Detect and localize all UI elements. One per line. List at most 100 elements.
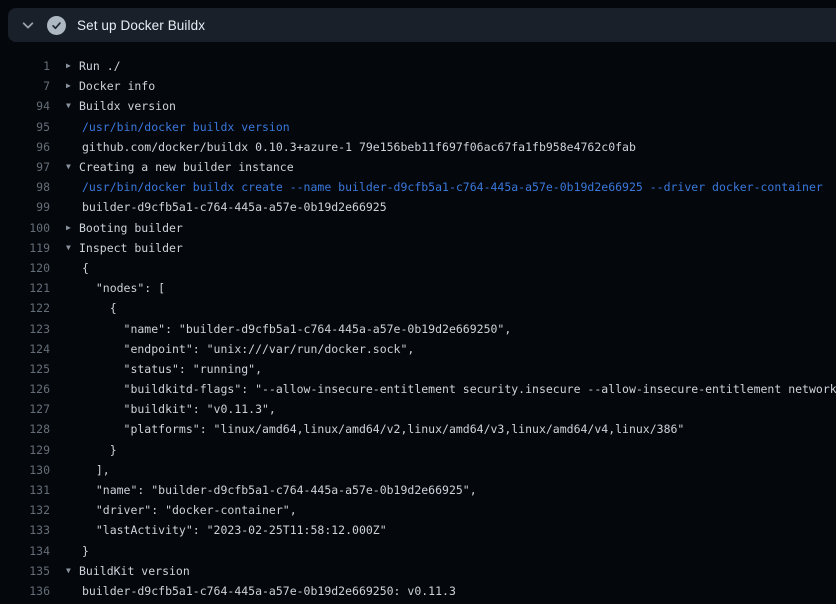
log-group-header[interactable]: ▶Booting builder: [66, 221, 183, 235]
output-text: "status": "running",: [82, 362, 262, 376]
group-title: Creating a new builder instance: [79, 160, 294, 174]
line-number[interactable]: 120: [0, 261, 50, 275]
group-expanded-icon[interactable]: ▼: [66, 244, 79, 252]
output-text: ],: [82, 463, 110, 477]
output-text: "driver": "docker-container",: [82, 503, 297, 517]
output-text: "platforms": "linux/amd64,linux/amd64/v2…: [82, 422, 684, 436]
log-line: 133 "lastActivity": "2023-02-25T11:58:12…: [0, 520, 836, 540]
output-text: builder-d9cfb5a1-c764-445a-a57e-0b19d2e6…: [82, 584, 456, 598]
log-line: 132 "driver": "docker-container",: [0, 500, 836, 520]
log-line: 100 ▶Booting builder: [0, 218, 836, 238]
output-text: {: [82, 261, 89, 275]
line-number[interactable]: 136: [0, 584, 50, 598]
step-header[interactable]: Set up Docker Buildx: [8, 8, 836, 42]
log-line: 95/usr/bin/docker buildx version: [0, 117, 836, 137]
log-line: 125 "status": "running",: [0, 359, 836, 379]
log-group-header[interactable]: ▼Buildx version: [66, 99, 176, 113]
line-number[interactable]: 126: [0, 382, 50, 396]
command-text: /usr/bin/docker buildx create --name bui…: [82, 180, 823, 194]
log-line: 7 ▶Docker info: [0, 76, 836, 96]
line-number[interactable]: 121: [0, 281, 50, 295]
output-text: "buildkitd-flags": "--allow-insecure-ent…: [82, 382, 836, 396]
line-number[interactable]: 96: [0, 140, 50, 154]
log-line: 129 }: [0, 440, 836, 460]
log-line: 128 "platforms": "linux/amd64,linux/amd6…: [0, 419, 836, 439]
log-line: 119 ▼Inspect builder: [0, 238, 836, 258]
line-number[interactable]: 7: [0, 79, 50, 93]
output-text: }: [82, 544, 89, 558]
log-line: 123 "name": "builder-d9cfb5a1-c764-445a-…: [0, 318, 836, 338]
line-number[interactable]: 133: [0, 523, 50, 537]
log-line: 131 "name": "builder-d9cfb5a1-c764-445a-…: [0, 480, 836, 500]
group-title: Buildx version: [79, 99, 176, 113]
line-number[interactable]: 100: [0, 221, 50, 235]
line-number[interactable]: 98: [0, 180, 50, 194]
output-text: "endpoint": "unix:///var/run/docker.sock…: [82, 342, 414, 356]
log-group-header[interactable]: ▼BuildKit version: [66, 564, 190, 578]
log-group-header[interactable]: ▼Inspect builder: [66, 241, 183, 255]
line-number[interactable]: 129: [0, 443, 50, 457]
line-number[interactable]: 130: [0, 463, 50, 477]
log-line: 127 "buildkit": "v0.11.3",: [0, 399, 836, 419]
line-number[interactable]: 125: [0, 362, 50, 376]
step-title: Set up Docker Buildx: [77, 18, 205, 33]
command-text: /usr/bin/docker buildx version: [82, 120, 290, 134]
line-number[interactable]: 97: [0, 160, 50, 174]
log-line: 122 {: [0, 298, 836, 318]
group-collapsed-icon[interactable]: ▶: [66, 82, 79, 90]
log-group-header[interactable]: ▶Docker info: [66, 79, 155, 93]
line-number[interactable]: 122: [0, 301, 50, 315]
log-line: 94 ▼Buildx version: [0, 96, 836, 116]
line-number[interactable]: 127: [0, 402, 50, 416]
log-line: 96 github.com/docker/buildx 0.10.3+azure-…: [0, 137, 836, 157]
group-expanded-icon[interactable]: ▼: [66, 102, 79, 110]
output-text: "lastActivity": "2023-02-25T11:58:12.000…: [82, 523, 387, 537]
output-text: "buildkit": "v0.11.3",: [82, 402, 276, 416]
group-collapsed-icon[interactable]: ▶: [66, 224, 79, 232]
group-collapsed-icon[interactable]: ▶: [66, 62, 79, 70]
output-text: "name": "builder-d9cfb5a1-c764-445a-a57e…: [82, 322, 511, 336]
log-line: 124 "endpoint": "unix:///var/run/docker.…: [0, 339, 836, 359]
log-group-header[interactable]: ▼Creating a new builder instance: [66, 160, 294, 174]
log-line: 130 ],: [0, 460, 836, 480]
log-line: 135 ▼BuildKit version: [0, 561, 836, 581]
log-line: 134}: [0, 541, 836, 561]
log-line: 126 "buildkitd-flags": "--allow-insecure…: [0, 379, 836, 399]
output-text: {: [82, 301, 117, 315]
group-expanded-icon[interactable]: ▼: [66, 567, 79, 575]
line-number[interactable]: 1: [0, 59, 50, 73]
log-line: 98/usr/bin/docker buildx create --name b…: [0, 177, 836, 197]
output-text: builder-d9cfb5a1-c764-445a-a57e-0b19d2e6…: [82, 200, 387, 214]
log-line: 136 builder-d9cfb5a1-c764-445a-a57e-0b19d…: [0, 581, 836, 601]
log-line: 97 ▼Creating a new builder instance: [0, 157, 836, 177]
group-expanded-icon[interactable]: ▼: [66, 163, 79, 171]
line-number[interactable]: 99: [0, 200, 50, 214]
log-line: 1 ▶Run ./: [0, 56, 836, 76]
group-title: Inspect builder: [79, 241, 183, 255]
log-group-header[interactable]: ▶Run ./: [66, 59, 121, 73]
output-text: "name": "builder-d9cfb5a1-c764-445a-a57e…: [82, 483, 477, 497]
line-number[interactable]: 124: [0, 342, 50, 356]
group-title: Run ./: [79, 59, 121, 73]
line-number[interactable]: 119: [0, 241, 50, 255]
line-number[interactable]: 128: [0, 422, 50, 436]
line-number[interactable]: 135: [0, 564, 50, 578]
line-number[interactable]: 95: [0, 120, 50, 134]
group-title: Booting builder: [79, 221, 183, 235]
group-title: BuildKit version: [79, 564, 190, 578]
log-line: 121 "nodes": [: [0, 278, 836, 298]
line-number[interactable]: 131: [0, 483, 50, 497]
line-number[interactable]: 132: [0, 503, 50, 517]
log-viewer: 1▶Run ./7▶Docker info94▼Buildx version95…: [0, 46, 836, 604]
output-text: "nodes": [: [82, 281, 165, 295]
line-number[interactable]: 94: [0, 99, 50, 113]
log-line: 120 {: [0, 258, 836, 278]
output-text: github.com/docker/buildx 0.10.3+azure-1 …: [82, 140, 636, 154]
check-circle-icon: [47, 16, 66, 35]
log-line: 99 builder-d9cfb5a1-c764-445a-a57e-0b19d2…: [0, 197, 836, 217]
line-number[interactable]: 123: [0, 322, 50, 336]
line-number[interactable]: 134: [0, 544, 50, 558]
output-text: }: [82, 443, 117, 457]
group-title: Docker info: [79, 79, 155, 93]
chevron-down-icon[interactable]: [20, 17, 36, 33]
